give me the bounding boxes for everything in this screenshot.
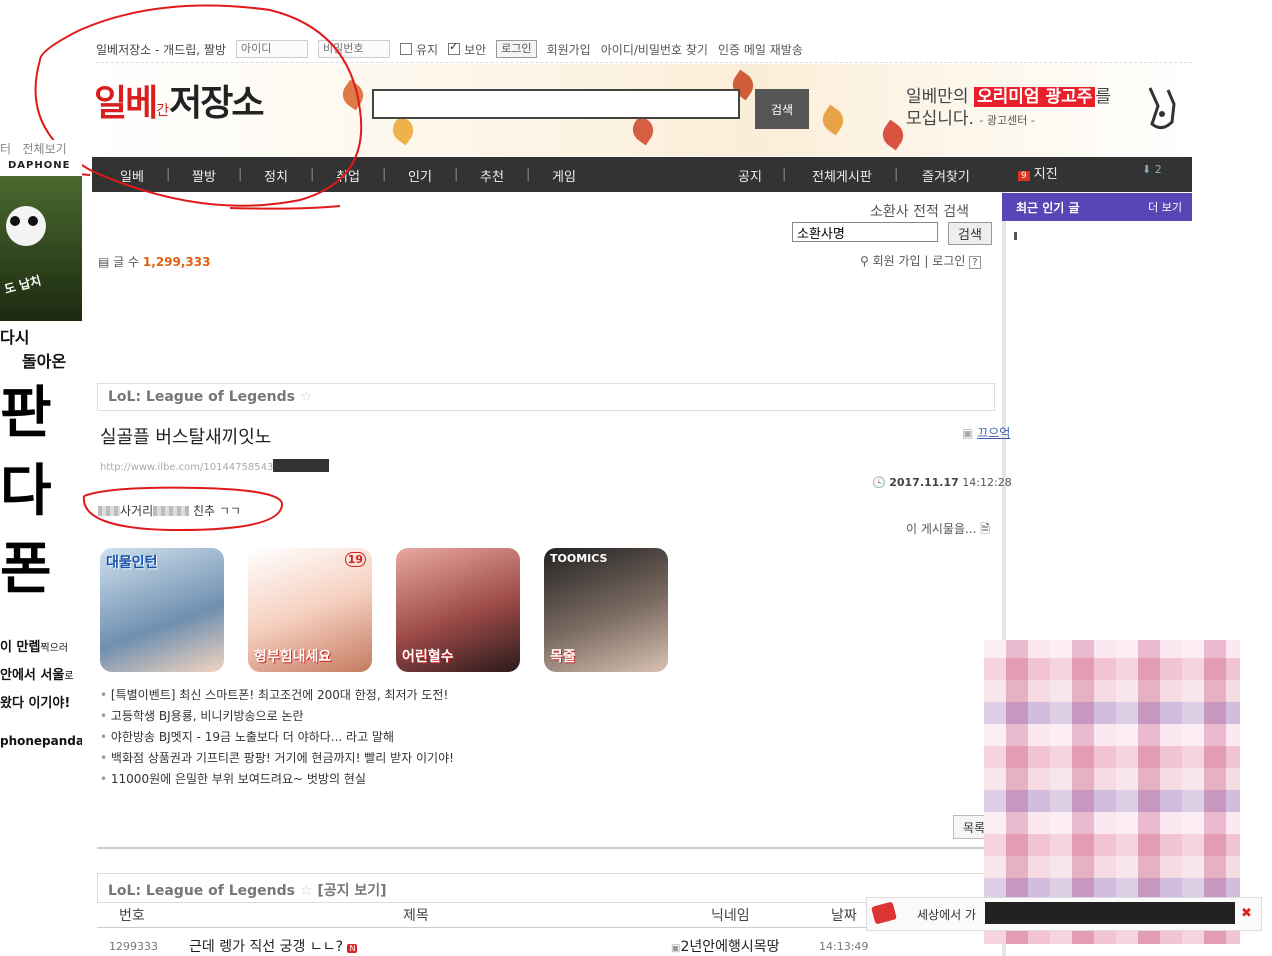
thumb-ad-2[interactable]: 19 형부힘내세요 [248, 548, 372, 672]
notice-toggle[interactable]: [공지 보기] [317, 883, 386, 899]
ad-link[interactable]: 고등학생 BJ용룡, 비니키방송으로 논란 [100, 706, 454, 727]
ad-link[interactable]: [특별이벤트] 최신 스마트폰! 최고조건에 200대 한정, 최저가 도전! [100, 685, 454, 706]
table-header: 번호 제목 닉네임 날짜 [97, 903, 995, 928]
left-side-ad[interactable]: 터 전체보기 DAPHONE 도 납치 다시 돌아온 판 다 폰 이 만렙찍으러… [0, 140, 82, 956]
ad-link[interactable]: 백화점 상품권과 기프티콘 팡팡! 거기에 현금까지! 빨리 받자 이기야! [100, 748, 454, 769]
panda-image: 도 납치 [0, 176, 82, 321]
row-title[interactable]: 근데 렝가 직선 궁갱 ㄴㄴ? N [189, 936, 358, 956]
close-icon[interactable]: ✖ [1241, 906, 1252, 921]
col-no: 번호 [119, 908, 145, 924]
floating-ad-bar[interactable]: 세상에서 가 ✖ [866, 897, 1262, 931]
left-ad-top-link[interactable]: 터 전체보기 [0, 140, 67, 157]
hot-badge-icon [871, 901, 897, 925]
thumb-ad-1[interactable]: 대물인턴 [100, 548, 224, 672]
row-nick[interactable]: ▣2년안에행시목땅 [671, 936, 780, 956]
star-icon[interactable]: ☆ [300, 883, 313, 899]
new-icon: N [347, 944, 358, 953]
ad-link[interactable]: 야한방송 BJ멧지 - 19금 노출보다 더 야하다... 라고 말해 [100, 727, 454, 748]
redacted-block [985, 902, 1235, 924]
col-title: 제목 [403, 908, 429, 924]
ad-link-list: [특별이벤트] 최신 스마트폰! 최고조건에 200대 한정, 최저가 도전! … [100, 685, 454, 790]
col-nick: 닉네임 [711, 908, 750, 924]
ad-link[interactable]: 11000원에 은밀한 부위 보여드려요~ 벗방의 현실 [100, 769, 454, 790]
thumb-ad-4[interactable]: TOOMICS 목줄 [544, 548, 668, 672]
col-date: 날짜 [831, 908, 857, 924]
thumb-ad-3[interactable]: 어린혈수 [396, 548, 520, 672]
divider [97, 847, 995, 849]
board-list-name[interactable]: LoL: League of Legends ☆ [공지 보기] [108, 880, 387, 900]
